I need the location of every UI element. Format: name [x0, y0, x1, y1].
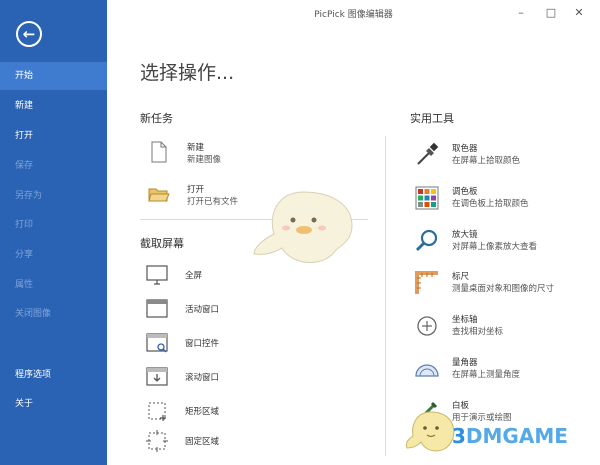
protractor-button[interactable]: 量角器 在屏幕上测量角度: [414, 356, 584, 384]
capture-fixed-region-label: 固定区域: [185, 437, 220, 447]
capture-scroll-window-button[interactable]: 滚动窗口: [146, 366, 266, 388]
page-title: 选择操作...: [140, 62, 235, 84]
new-image-button[interactable]: 新建 新建图像: [148, 141, 268, 167]
back-arrow-icon[interactable]: ←: [16, 21, 42, 47]
crosshair-icon: [417, 316, 437, 336]
crosshair-desc: 查找相对坐标: [452, 327, 504, 337]
sidebar-item-save[interactable]: 保存: [0, 152, 107, 180]
rect-region-icon: [148, 402, 166, 421]
minimize-button[interactable]: –: [511, 3, 531, 23]
watermark-logo: 3DMGAME: [452, 424, 568, 448]
color-picker-desc: 在屏幕上拾取颜色: [452, 156, 521, 166]
sidebar-item-about[interactable]: 关于: [0, 390, 107, 418]
new-document-icon: [151, 141, 167, 163]
sidebar-item-close-image[interactable]: 关闭图像: [0, 300, 107, 328]
magnifier-title: 放大镜: [452, 230, 478, 240]
capture-title: 截取屏幕: [140, 237, 184, 250]
palette-button[interactable]: 调色板 在调色板上拾取颜色: [414, 185, 584, 213]
sidebar: ← 开始 新建 打开 保存 另存为 打印 分享 属性 关闭图像 程序选项 关于: [0, 0, 107, 465]
new-task-title: 新任务: [140, 112, 173, 125]
capture-active-window-label: 活动窗口: [185, 305, 220, 315]
sidebar-item-properties[interactable]: 属性: [0, 271, 107, 299]
sidebar-item-new[interactable]: 新建: [0, 92, 107, 120]
eyedropper-icon: [417, 142, 439, 165]
protractor-desc: 在屏幕上测量角度: [452, 370, 521, 380]
color-picker-button[interactable]: 取色器 在屏幕上拾取颜色: [414, 142, 584, 170]
active-window-icon: [146, 299, 168, 318]
ruler-icon: [415, 271, 438, 294]
open-file-desc: 打开已有文件: [187, 197, 239, 207]
watermark-digit: 3: [452, 424, 466, 448]
capture-active-window-button[interactable]: 活动窗口: [146, 298, 266, 320]
open-file-title: 打开: [187, 185, 205, 195]
capture-rect-region-button[interactable]: 矩形区域: [146, 400, 266, 422]
new-image-title: 新建: [187, 143, 205, 153]
watermark-text: DMGAME: [465, 424, 568, 448]
ruler-title: 标尺: [452, 272, 470, 282]
capture-fullscreen-label: 全屏: [185, 271, 203, 281]
sidebar-item-start[interactable]: 开始: [0, 62, 107, 90]
crosshair-title: 坐标轴: [452, 315, 478, 325]
magnifier-button[interactable]: 放大镜 对屏幕上像素放大查看: [414, 228, 584, 256]
capture-fixed-region-button[interactable]: 固定区域: [146, 430, 266, 452]
title-bar: PicPick 图像编辑器 – □ ✕: [107, 0, 600, 28]
window-control-icon: [146, 333, 168, 353]
open-folder-icon: [148, 188, 170, 202]
sidebar-item-open[interactable]: 打开: [0, 122, 107, 150]
column-divider: [385, 136, 386, 456]
close-button[interactable]: ✕: [569, 3, 589, 23]
magnifier-desc: 对屏幕上像素放大查看: [452, 242, 538, 252]
capture-window-control-label: 窗口控件: [185, 339, 220, 349]
palette-title: 调色板: [452, 187, 478, 197]
fixed-region-icon: [146, 430, 168, 452]
mascot-small-illustration: [405, 411, 455, 452]
color-picker-title: 取色器: [452, 144, 478, 154]
protractor-icon: [415, 364, 439, 377]
crosshair-button[interactable]: 坐标轴 查找相对坐标: [414, 313, 584, 341]
monitor-icon: [146, 265, 168, 285]
whiteboard-desc: 用于演示或绘图: [452, 413, 512, 423]
sidebar-item-print[interactable]: 打印: [0, 211, 107, 239]
tools-title: 实用工具: [410, 112, 454, 125]
capture-scroll-window-label: 滚动窗口: [185, 373, 220, 383]
capture-rect-region-label: 矩形区域: [185, 407, 220, 417]
mascot-illustration: [253, 191, 353, 263]
palette-icon: [415, 186, 439, 210]
new-image-desc: 新建图像: [187, 155, 222, 165]
scroll-window-icon: [146, 367, 168, 386]
ruler-desc: 测量桌面对象和图像的尺寸: [452, 284, 555, 294]
capture-window-control-button[interactable]: 窗口控件: [146, 332, 266, 354]
sidebar-item-options[interactable]: 程序选项: [0, 361, 107, 389]
maximize-button[interactable]: □: [541, 3, 561, 23]
sidebar-item-save-as[interactable]: 另存为: [0, 182, 107, 210]
ruler-button[interactable]: 标尺 测量桌面对象和图像的尺寸: [414, 270, 584, 298]
sidebar-item-share[interactable]: 分享: [0, 241, 107, 269]
magnifier-icon: [415, 229, 438, 252]
palette-desc: 在调色板上拾取颜色: [452, 199, 529, 209]
protractor-title: 量角器: [452, 358, 478, 368]
